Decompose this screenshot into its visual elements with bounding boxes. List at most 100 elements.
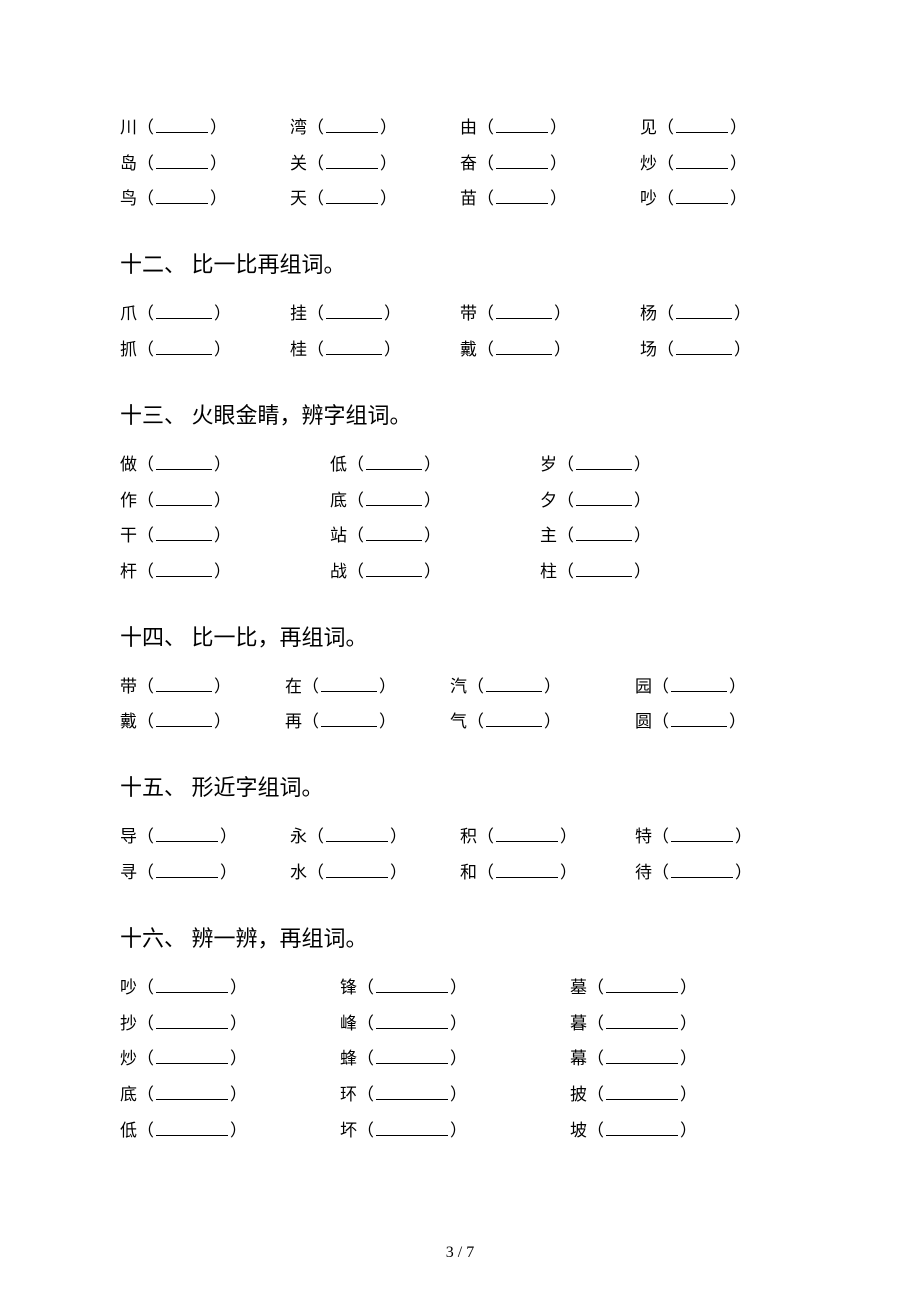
fill-blank[interactable] <box>376 1118 448 1136</box>
fill-blank[interactable] <box>606 975 678 993</box>
fill-blank[interactable] <box>156 559 212 577</box>
fill-blank[interactable] <box>156 824 218 842</box>
exercise-row: 抄（）峰（）暮（） <box>120 1006 800 1042</box>
fill-blank[interactable] <box>156 186 208 204</box>
fill-blank[interactable] <box>676 301 732 319</box>
fill-blank[interactable] <box>366 559 422 577</box>
fill-blank[interactable] <box>326 151 378 169</box>
fill-blank[interactable] <box>606 1118 678 1136</box>
character: 蜂 <box>340 1049 357 1068</box>
fill-blank[interactable] <box>366 523 422 541</box>
exercise-item: 挂（） <box>290 296 460 332</box>
fill-blank[interactable] <box>496 151 548 169</box>
fill-blank[interactable] <box>366 488 422 506</box>
exercise-row: 炒（）蜂（）幕（） <box>120 1041 800 1077</box>
fill-blank[interactable] <box>496 337 552 355</box>
fill-blank[interactable] <box>496 824 558 842</box>
fill-blank[interactable] <box>576 559 632 577</box>
character: 特 <box>635 827 652 846</box>
fill-blank[interactable] <box>156 1046 228 1064</box>
fill-blank[interactable] <box>156 523 212 541</box>
fill-blank[interactable] <box>326 115 378 133</box>
exercise-item: 主（） <box>540 518 750 554</box>
exercise-item: 川（） <box>120 110 290 146</box>
fill-blank[interactable] <box>486 674 542 692</box>
fill-blank[interactable] <box>376 1011 448 1029</box>
fill-blank[interactable] <box>676 337 732 355</box>
fill-blank[interactable] <box>496 860 558 878</box>
exercise-row: 岛（）关（）奋（）炒（） <box>120 146 800 182</box>
exercise-row: 吵（）锋（）墓（） <box>120 970 800 1006</box>
fill-blank[interactable] <box>156 301 212 319</box>
fill-blank[interactable] <box>156 1082 228 1100</box>
exercise-row: 干（）站（）主（） <box>120 518 800 554</box>
fill-blank[interactable] <box>496 115 548 133</box>
fill-blank[interactable] <box>366 452 422 470</box>
fill-blank[interactable] <box>156 709 212 727</box>
fill-blank[interactable] <box>606 1011 678 1029</box>
character: 墓 <box>570 978 587 997</box>
character: 奋 <box>460 154 477 173</box>
character: 暮 <box>570 1014 587 1033</box>
fill-blank[interactable] <box>321 709 377 727</box>
exercise-item: 特（） <box>635 819 805 855</box>
fill-blank[interactable] <box>156 452 212 470</box>
character: 场 <box>640 340 657 359</box>
fill-blank[interactable] <box>676 151 728 169</box>
fill-blank[interactable] <box>496 301 552 319</box>
exercise-item: 作（） <box>120 483 330 519</box>
fill-blank[interactable] <box>156 674 212 692</box>
fill-blank[interactable] <box>576 523 632 541</box>
character: 鸟 <box>120 189 137 208</box>
exercise-item: 夕（） <box>540 483 750 519</box>
character: 坏 <box>340 1121 357 1140</box>
fill-blank[interactable] <box>496 186 548 204</box>
exercise-item: 低（） <box>330 447 540 483</box>
fill-blank[interactable] <box>326 186 378 204</box>
exercise-row: 戴（）再（）气（）圆（） <box>120 704 800 740</box>
character: 关 <box>290 154 307 173</box>
fill-blank[interactable] <box>156 337 212 355</box>
fill-blank[interactable] <box>156 115 208 133</box>
fill-blank[interactable] <box>326 824 388 842</box>
fill-blank[interactable] <box>376 975 448 993</box>
exercise-item: 场（） <box>640 332 810 368</box>
fill-blank[interactable] <box>671 860 733 878</box>
fill-blank[interactable] <box>576 452 632 470</box>
fill-blank[interactable] <box>676 186 728 204</box>
fill-blank[interactable] <box>486 709 542 727</box>
fill-blank[interactable] <box>156 151 208 169</box>
character: 主 <box>540 526 557 545</box>
fill-blank[interactable] <box>156 975 228 993</box>
fill-blank[interactable] <box>671 674 727 692</box>
exercise-item: 环（） <box>340 1077 570 1113</box>
character: 永 <box>290 827 307 846</box>
fill-blank[interactable] <box>606 1082 678 1100</box>
fill-blank[interactable] <box>156 488 212 506</box>
exercise-item: 积（） <box>460 819 635 855</box>
exercise-row: 低（）坏（）坡（） <box>120 1113 800 1149</box>
exercise-item: 苗（） <box>460 181 640 217</box>
fill-blank[interactable] <box>576 488 632 506</box>
exercise-item: 杨（） <box>640 296 810 332</box>
fill-blank[interactable] <box>671 824 733 842</box>
exercise-item: 圆（） <box>635 704 805 740</box>
fill-blank[interactable] <box>326 301 382 319</box>
exercise-item: 墓（） <box>570 970 790 1006</box>
exercise-row: 鸟（）天（）苗（）吵（） <box>120 181 800 217</box>
fill-blank[interactable] <box>321 674 377 692</box>
fill-blank[interactable] <box>156 1011 228 1029</box>
fill-blank[interactable] <box>156 1118 228 1136</box>
character: 桂 <box>290 340 307 359</box>
fill-blank[interactable] <box>326 337 382 355</box>
character: 川 <box>120 118 137 137</box>
fill-blank[interactable] <box>376 1046 448 1064</box>
exercise-item: 由（） <box>460 110 640 146</box>
fill-blank[interactable] <box>606 1046 678 1064</box>
fill-blank[interactable] <box>676 115 728 133</box>
fill-blank[interactable] <box>156 860 218 878</box>
fill-blank[interactable] <box>671 709 727 727</box>
fill-blank[interactable] <box>376 1082 448 1100</box>
fill-blank[interactable] <box>326 860 388 878</box>
exercise-item: 再（） <box>285 704 450 740</box>
